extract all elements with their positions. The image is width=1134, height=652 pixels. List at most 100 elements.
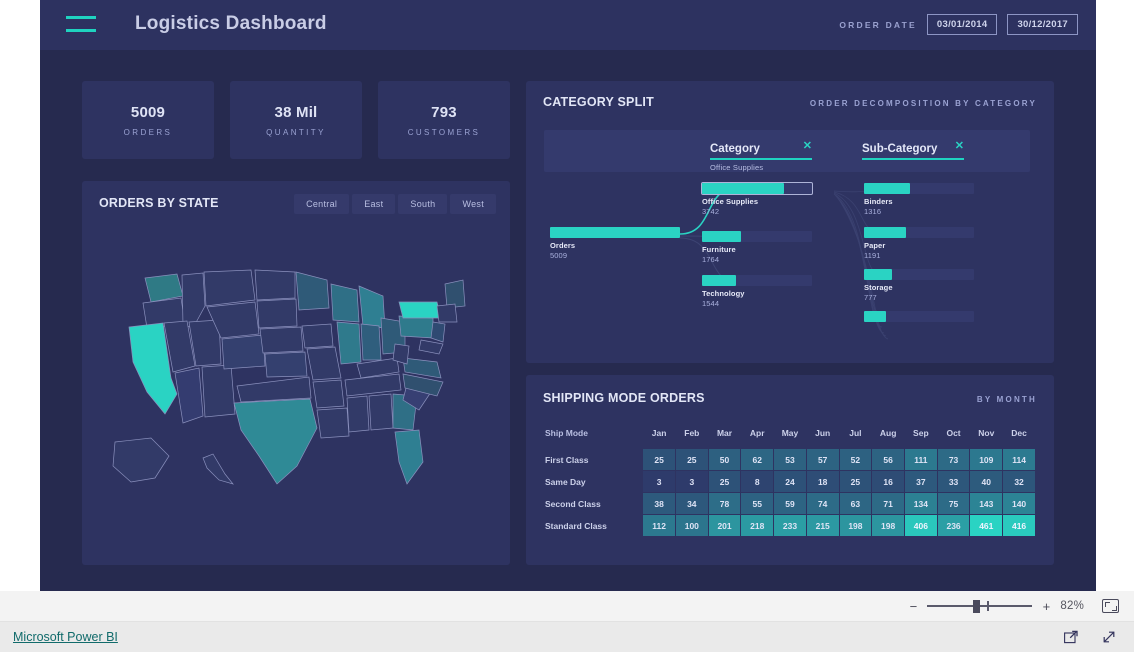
heatmap-cell[interactable]: 71 (872, 493, 904, 514)
decomposition-tree[interactable]: Orders 5009 Office Supplies 3742 Furnitu… (544, 181, 1030, 340)
heatmap-cell[interactable]: 25 (839, 471, 872, 492)
heatmap-cell[interactable]: 134 (904, 493, 937, 514)
slicer-subcategory[interactable]: Sub-Category ✕ (862, 139, 964, 160)
us-choropleth-map[interactable] (107, 266, 485, 536)
heatmap-cell[interactable]: 75 (937, 493, 970, 514)
kpi-card-customers[interactable]: 793 CUSTOMERS (378, 81, 510, 159)
state-florida (394, 429, 424, 485)
heatmap-cell[interactable]: 18 (806, 471, 839, 492)
zoom-in-button[interactable]: + (1041, 600, 1051, 613)
heatmap-cell[interactable]: 16 (872, 471, 904, 492)
heatmap-cell[interactable]: 73 (937, 449, 970, 470)
slicer-category-selected: Office Supplies (710, 163, 764, 172)
region-chip-west[interactable]: West (450, 194, 496, 214)
state-washington (144, 273, 184, 303)
kpi-value: 38 Mil (274, 103, 318, 121)
kpi-card-quantity[interactable]: 38 Mil QUANTITY (230, 81, 362, 159)
heatmap-cell[interactable]: 25 (708, 471, 741, 492)
heatmap-cell[interactable]: 406 (904, 515, 937, 536)
heatmap-cell[interactable]: 3 (643, 471, 675, 492)
heatmap-cell[interactable]: 56 (872, 449, 904, 470)
heatmap-cell[interactable]: 198 (839, 515, 872, 536)
table-row[interactable]: First Class 25 25 50 62 53 57 52 56 111 73 109 114 (545, 449, 1035, 470)
tree-node-paper[interactable]: Paper 1191 (864, 227, 974, 260)
tree-node-technology[interactable]: Technology 1544 (702, 275, 812, 308)
heatmap-cell[interactable]: 57 (806, 449, 839, 470)
kpi-card-orders[interactable]: 5009 ORDERS (82, 81, 214, 159)
tree-node-office-supplies[interactable]: Office Supplies 3742 (701, 182, 813, 216)
fit-to-screen-icon[interactable] (1102, 599, 1119, 613)
heatmap-cell[interactable]: 3 (675, 471, 708, 492)
heatmap-cell[interactable]: 140 (1003, 493, 1035, 514)
heatmap-cell[interactable]: 62 (741, 449, 774, 470)
row-label-ship-mode: Second Class (545, 498, 601, 509)
heatmap-cell[interactable]: 50 (708, 449, 741, 470)
table-row[interactable]: Standard Class 112 100 201 218 233 215 198 198 40… (545, 515, 1035, 536)
heatmap-cell[interactable]: 143 (970, 493, 1003, 514)
date-to-input[interactable]: 30/12/2017 (1007, 14, 1078, 35)
heatmap-cell[interactable]: 215 (806, 515, 839, 536)
tree-node-binders[interactable]: Binders 1316 (864, 183, 974, 216)
zoom-slider-thumb[interactable] (973, 600, 981, 613)
heatmap-cell[interactable]: 53 (774, 449, 806, 470)
heatmap-cell[interactable]: 8 (741, 471, 774, 492)
heatmap-cell[interactable]: 112 (643, 515, 675, 536)
state-montana (203, 269, 256, 307)
tree-node-storage[interactable]: Storage 777 (864, 269, 974, 302)
column-header-month: Nov (978, 428, 995, 438)
hamburger-icon[interactable] (66, 16, 96, 32)
tree-node-partial[interactable] (864, 311, 974, 322)
tree-node-value: 3742 (702, 207, 720, 216)
screenshot-root: Logistics Dashboard ORDER DATE 03/01/201… (0, 0, 1134, 652)
heatmap-cell[interactable]: 24 (774, 471, 806, 492)
slicer-category-clear-icon[interactable]: ✕ (803, 139, 812, 152)
heatmap-cell[interactable]: 59 (774, 493, 806, 514)
heatmap-cell[interactable]: 198 (872, 515, 904, 536)
state-arizona (174, 367, 204, 424)
heatmap-cell[interactable]: 34 (675, 493, 708, 514)
heatmap-cell[interactable]: 63 (839, 493, 872, 514)
share-icon[interactable] (1063, 629, 1079, 645)
slicer-subcategory-clear-icon[interactable]: ✕ (955, 139, 964, 152)
category-split-panel: CATEGORY SPLIT ORDER DECOMPOSITION BY CA… (526, 81, 1054, 363)
heatmap-cell[interactable]: 78 (708, 493, 741, 514)
zoom-slider[interactable] (927, 600, 1033, 613)
slicer-category[interactable]: Category ✕ Office Supplies (710, 139, 812, 172)
zoom-out-button[interactable]: − (908, 600, 918, 613)
heatmap-cell[interactable]: 109 (970, 449, 1003, 470)
heatmap-cell[interactable]: 52 (839, 449, 872, 470)
table-row[interactable]: Same Day 3 3 25 8 24 18 25 16 37 33 40 32 (545, 471, 1035, 492)
heatmap-cell[interactable]: 37 (904, 471, 937, 492)
heatmap-cell[interactable]: 25 (643, 449, 675, 470)
heatmap-cell[interactable]: 236 (937, 515, 970, 536)
state-maryland (418, 339, 444, 355)
fullscreen-icon[interactable] (1101, 629, 1117, 645)
heatmap-cell[interactable]: 114 (1003, 449, 1035, 470)
zoom-slider-notch (987, 601, 989, 611)
heatmap-cell[interactable]: 218 (741, 515, 774, 536)
table-row[interactable]: Second Class 38 34 78 55 59 74 63 71 134 75 143 140 (545, 493, 1035, 514)
heatmap-cell[interactable]: 416 (1003, 515, 1035, 536)
date-from-input[interactable]: 03/01/2014 (926, 14, 998, 35)
heatmap-cell[interactable]: 25 (675, 449, 708, 470)
heatmap-cell[interactable]: 201 (708, 515, 741, 536)
powerbi-link[interactable]: Microsoft Power BI (13, 630, 118, 644)
heatmap-cell[interactable]: 40 (970, 471, 1003, 492)
heatmap-cell[interactable]: 461 (970, 515, 1003, 536)
heatmap-cell[interactable]: 111 (904, 449, 937, 470)
region-chip-central[interactable]: Central (294, 194, 350, 214)
state-new-mexico (201, 364, 236, 418)
region-chip-east[interactable]: East (352, 194, 396, 214)
heatmap-cell[interactable]: 33 (937, 471, 970, 492)
heatmap-cell[interactable]: 233 (774, 515, 806, 536)
heatmap-cell[interactable]: 55 (741, 493, 774, 514)
tree-node-furniture[interactable]: Furniture 1764 (702, 231, 812, 264)
heatmap-cell[interactable]: 32 (1003, 471, 1035, 492)
shipping-mode-table[interactable]: Ship Mode Jan Feb Mar Apr May Jun Jul Au… (544, 427, 1036, 537)
tree-node-orders[interactable]: Orders 5009 (550, 227, 680, 260)
page-title: Logistics Dashboard (135, 13, 327, 34)
heatmap-cell[interactable]: 38 (643, 493, 675, 514)
heatmap-cell[interactable]: 74 (806, 493, 839, 514)
heatmap-cell[interactable]: 100 (675, 515, 708, 536)
region-chip-south[interactable]: South (398, 194, 448, 214)
